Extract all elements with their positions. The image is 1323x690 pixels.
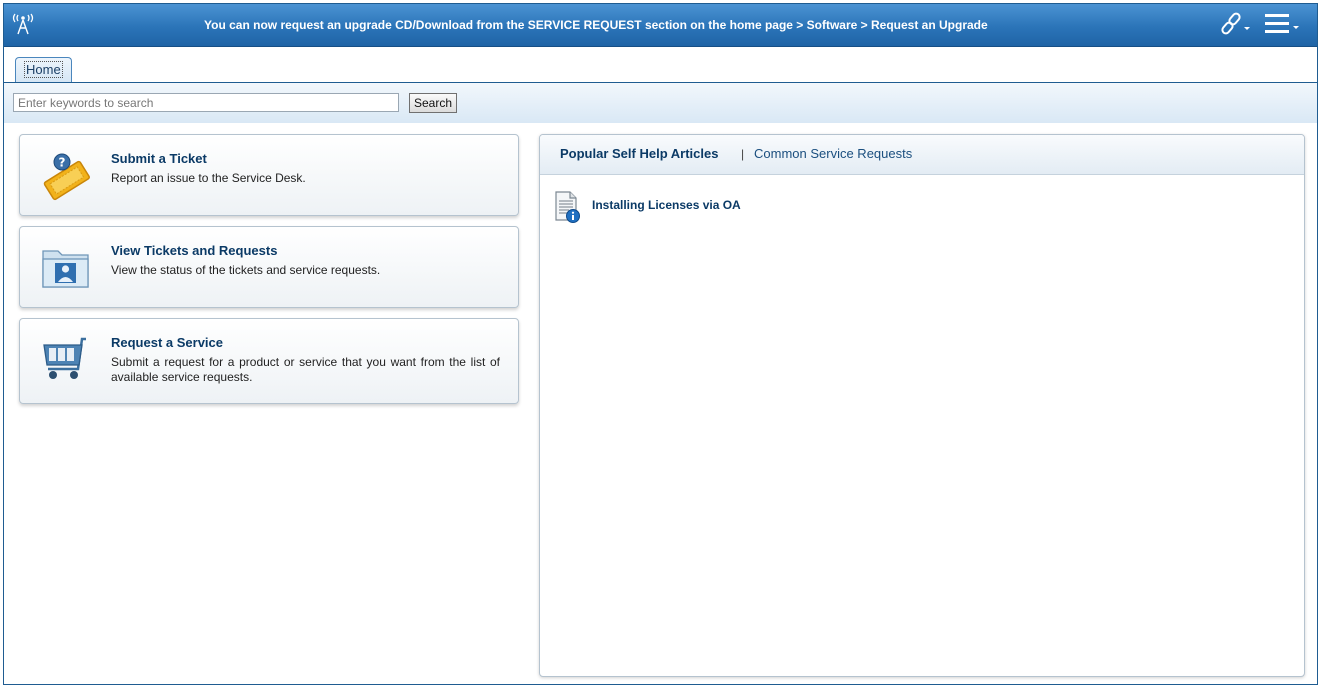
submit-ticket-card[interactable]: ? Submit a Ticket Report an issue to the… bbox=[19, 134, 519, 216]
view-tickets-title: View Tickets and Requests bbox=[111, 243, 278, 258]
search-input[interactable] bbox=[13, 93, 399, 112]
tab-separator: | bbox=[741, 147, 745, 161]
banner-message: You can now request an upgrade CD/Downlo… bbox=[204, 18, 988, 32]
link-icon[interactable] bbox=[1218, 10, 1252, 38]
app-frame: You can now request an upgrade CD/Downlo… bbox=[3, 3, 1318, 685]
tab-bar: Home bbox=[4, 47, 1317, 83]
top-banner: You can now request an upgrade CD/Downlo… bbox=[4, 4, 1317, 47]
tab-home-label: Home bbox=[24, 61, 63, 78]
request-service-description: Submit a request for a product or servic… bbox=[111, 355, 500, 384]
shopping-cart-icon bbox=[43, 337, 86, 379]
search-button[interactable]: Search bbox=[409, 93, 457, 113]
svg-text:?: ? bbox=[59, 156, 66, 170]
view-tickets-description: View the status of the tickets and servi… bbox=[111, 263, 381, 277]
view-tickets-card[interactable]: View Tickets and Requests View the statu… bbox=[19, 226, 519, 308]
folder-user-icon bbox=[42, 250, 89, 288]
submit-ticket-title: Submit a Ticket bbox=[111, 151, 207, 166]
search-bar: Search bbox=[4, 83, 1317, 123]
hamburger-menu-icon[interactable] bbox=[1262, 10, 1302, 38]
tab-home[interactable]: Home bbox=[15, 57, 72, 82]
ticket-icon: ? bbox=[43, 153, 90, 201]
tab-popular-self-help-articles[interactable]: Popular Self Help Articles bbox=[560, 146, 718, 161]
article-title: Installing Licenses via OA bbox=[592, 198, 741, 212]
panel-header: Popular Self Help Articles | Common Serv… bbox=[540, 135, 1304, 175]
submit-ticket-description: Report an issue to the Service Desk. bbox=[111, 171, 306, 185]
request-service-title: Request a Service bbox=[111, 335, 224, 350]
request-service-card[interactable]: Request a Service Submit a request for a… bbox=[19, 318, 519, 404]
document-info-icon bbox=[555, 191, 580, 223]
help-panel: Popular Self Help Articles | Common Serv… bbox=[539, 134, 1305, 677]
tab-common-service-requests[interactable]: Common Service Requests bbox=[754, 146, 912, 161]
